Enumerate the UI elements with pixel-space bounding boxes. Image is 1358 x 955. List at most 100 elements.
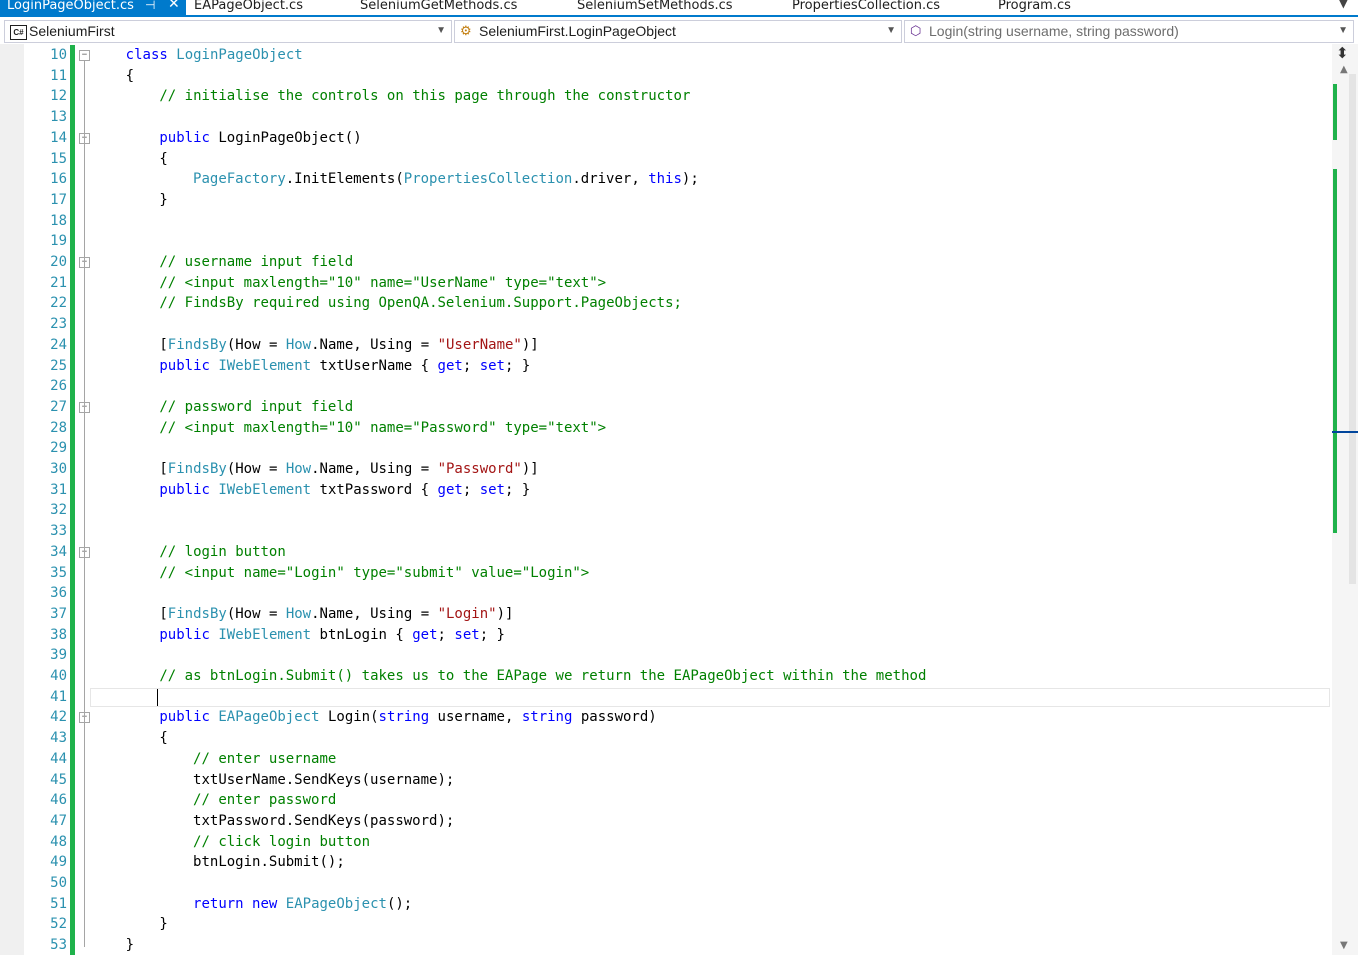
code-text[interactable]: [FindsBy(How = How.Name, Using = "UserNa…	[159, 335, 538, 355]
code-line[interactable]: 33	[0, 521, 1332, 543]
code-line[interactable]: 46 // enter password	[0, 790, 1332, 812]
code-line[interactable]: 44 // enter username	[0, 748, 1332, 770]
code-editor[interactable]: 10 − class LoginPageObject 11 {12 // initiali…	[0, 44, 1332, 955]
code-line[interactable]: 43 {	[0, 728, 1332, 750]
split-window-icon[interactable]: ⬍	[1336, 46, 1349, 61]
code-line[interactable]: 48 // click login button	[0, 831, 1332, 853]
code-line[interactable]: 49 btnLogin.Submit();	[0, 852, 1332, 874]
scroll-up-icon[interactable]: ▲	[1340, 64, 1348, 75]
code-line[interactable]: 50	[0, 873, 1332, 894]
code-line[interactable]: 18	[0, 210, 1332, 232]
code-line[interactable]: 40 // as btnLogin.Submit() takes us to th…	[0, 666, 1332, 687]
code-line[interactable]: 31 public IWebElement txtPassword { get; …	[0, 479, 1332, 501]
code-text[interactable]: {	[159, 149, 167, 169]
code-line[interactable]: 45 txtUserName.SendKeys(username);	[0, 769, 1332, 791]
project-dropdown[interactable]: C# SeleniumFirst ▼	[4, 20, 452, 43]
code-text[interactable]: return new EAPageObject();	[193, 894, 412, 914]
code-line[interactable]: 14−public LoginPageObject()	[0, 127, 1332, 149]
code-text[interactable]: }	[159, 914, 167, 934]
code-text[interactable]: {	[126, 66, 134, 86]
code-text[interactable]: txtPassword.SendKeys(password);	[193, 811, 454, 831]
code-line[interactable]: 34−// login button	[0, 541, 1332, 563]
code-line[interactable]: 10 − class LoginPageObject	[0, 45, 1332, 66]
code-text[interactable]: [FindsBy(How = How.Name, Using = "Passwo…	[159, 459, 538, 479]
code-line[interactable]: 26	[0, 376, 1332, 398]
code-line[interactable]: 12 // initialise the controls on this pag…	[0, 86, 1332, 108]
code-text[interactable]: public LoginPageObject()	[159, 128, 361, 148]
code-line[interactable]: 38 public IWebElement btnLogin { get; set…	[0, 624, 1332, 646]
collapse-region-icon[interactable]: −	[79, 50, 90, 61]
code-line[interactable]: 32	[0, 500, 1332, 522]
tab-seleniumgetmethods[interactable]: SeleniumGetMethods.cs	[354, 0, 564, 15]
code-text[interactable]: public EAPageObject Login(string usernam…	[159, 707, 656, 727]
line-number: 46	[50, 792, 67, 809]
code-text[interactable]: [FindsBy(How = How.Name, Using = "Login"…	[159, 604, 513, 624]
code-text[interactable]: // <input maxlength="10" name="UserName"…	[159, 273, 606, 293]
code-line[interactable]: 15 {	[0, 148, 1332, 170]
tab-loginpageobject[interactable]: LoginPageObject.cs ⊣ ✕	[0, 0, 186, 15]
code-text[interactable]: // username input field	[159, 252, 353, 272]
code-line[interactable]: 41	[0, 686, 1332, 708]
code-text[interactable]: // password input field	[159, 397, 353, 417]
code-line[interactable]: 23	[0, 314, 1332, 336]
code-text[interactable]: // <input name="Login" type="submit" val…	[159, 563, 589, 583]
tab-eapageobject[interactable]: EAPageObject.cs	[188, 0, 348, 15]
code-line[interactable]: 37 [FindsBy(How = How.Name, Using = "Logi…	[0, 603, 1332, 625]
tab-propertiescollection[interactable]: PropertiesCollection.cs	[786, 0, 986, 15]
code-line[interactable]: 39	[0, 645, 1332, 667]
code-text[interactable]: // <input maxlength="10" name="Password"…	[159, 418, 606, 438]
code-text[interactable]: public IWebElement txtUserName { get; se…	[159, 356, 530, 376]
pin-icon[interactable]: ⊣	[145, 0, 155, 12]
code-text[interactable]: }	[126, 935, 134, 955]
code-line[interactable]: 42−public EAPageObject Login(string user…	[0, 707, 1332, 729]
code-text[interactable]: btnLogin.Submit();	[193, 852, 345, 872]
chevron-down-icon[interactable]: ▼	[886, 21, 896, 41]
code-line[interactable]: 51 return new EAPageObject();	[0, 893, 1332, 915]
close-icon[interactable]: ✕	[168, 0, 180, 11]
code-text[interactable]: // login button	[159, 542, 285, 562]
code-line[interactable]: 47 txtPassword.SendKeys(password);	[0, 810, 1332, 832]
code-text[interactable]: // enter password	[193, 790, 336, 810]
code-line[interactable]: 16 PageFactory.InitElements(PropertiesCol…	[0, 169, 1332, 191]
code-text[interactable]: PageFactory.InitElements(PropertiesColle…	[193, 169, 699, 189]
code-text[interactable]: txtUserName.SendKeys(username);	[193, 770, 454, 790]
code-text[interactable]: public IWebElement txtPassword { get; se…	[159, 480, 530, 500]
code-text[interactable]: // FindsBy required using OpenQA.Seleniu…	[159, 293, 682, 313]
chevron-down-icon[interactable]: ▼	[1338, 21, 1348, 41]
code-line[interactable]: 25 public IWebElement txtUserName { get; …	[0, 355, 1332, 377]
code-text[interactable]: // click login button	[193, 832, 370, 852]
code-text[interactable]: public IWebElement btnLogin { get; set; …	[159, 625, 505, 645]
code-line[interactable]: 30 [FindsBy(How = How.Name, Using = "Pass…	[0, 459, 1332, 480]
code-line[interactable]: 29	[0, 438, 1332, 460]
code-line[interactable]: 35 // <input name="Login" type="submit" v…	[0, 562, 1332, 584]
code-text[interactable]: }	[159, 190, 167, 210]
chevron-down-icon[interactable]: ▼	[1339, 0, 1348, 10]
code-line[interactable]: 22 // FindsBy required using OpenQA.Selen…	[0, 293, 1332, 315]
code-text[interactable]: class LoginPageObject	[126, 45, 303, 65]
code-line[interactable]: 11 {	[0, 65, 1332, 87]
code-line[interactable]: 36	[0, 583, 1332, 605]
code-text[interactable]: // as btnLogin.Submit() takes us to the …	[159, 666, 926, 686]
code-text[interactable]: // initialise the controls on this page …	[159, 86, 690, 106]
tab-program[interactable]: Program.cs	[992, 0, 1132, 15]
code-line[interactable]: 21 // <input maxlength="10" name="UserNam…	[0, 272, 1332, 294]
vertical-scrollbar[interactable]: ⬍ ▲ ▼	[1332, 44, 1358, 955]
code-line[interactable]: 20−// username input field	[0, 252, 1332, 273]
scroll-down-icon[interactable]: ▼	[1340, 940, 1348, 951]
code-line[interactable]: 17}	[0, 189, 1332, 211]
code-line[interactable]: 52}	[0, 914, 1332, 936]
code-text[interactable]: {	[159, 728, 167, 748]
tab-seleniumsetmethods[interactable]: SeleniumSetMethods.cs	[571, 0, 781, 15]
code-line[interactable]: 28 // <input maxlength="10" name="Passwor…	[0, 417, 1332, 439]
type-dropdown[interactable]: ⚙ SeleniumFirst.LoginPageObject ▼	[454, 20, 902, 43]
code-line[interactable]: 19	[0, 231, 1332, 253]
chevron-down-icon[interactable]: ▼	[436, 21, 446, 41]
code-line[interactable]: 24 [FindsBy(How = How.Name, Using = "User…	[0, 334, 1332, 356]
code-line[interactable]: 53}	[0, 935, 1332, 955]
member-dropdown[interactable]: ⬡ Login(string username, string password…	[904, 20, 1354, 43]
line-number: 26	[50, 378, 67, 395]
code-line[interactable]: 13	[0, 107, 1332, 129]
code-line[interactable]: 27−// password input field	[0, 396, 1332, 418]
scrollbar-thumb[interactable]	[1349, 74, 1356, 584]
code-text[interactable]: // enter username	[193, 749, 336, 769]
